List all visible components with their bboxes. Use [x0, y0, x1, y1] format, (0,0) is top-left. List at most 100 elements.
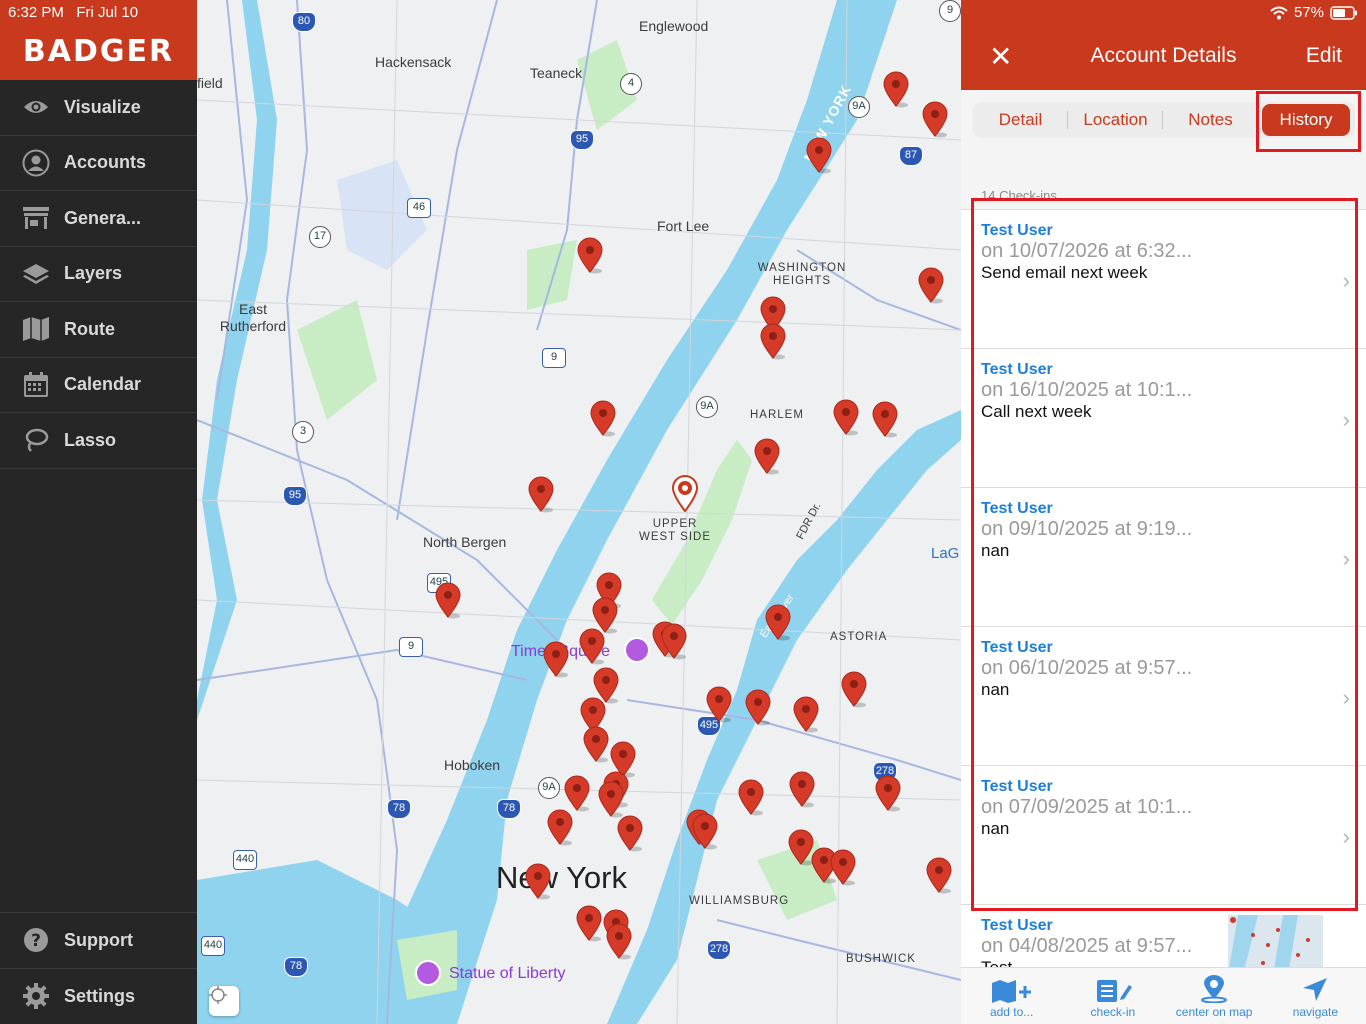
tab-detail[interactable]: Detail: [973, 102, 1068, 138]
history-entry[interactable]: Test User on 09/10/2025 at 9:19... nan ›: [961, 488, 1366, 627]
chevron-right-icon: ›: [1342, 824, 1350, 849]
account-details-panel: 57% ✕ Account Details Edit Detail Locati…: [961, 0, 1366, 1024]
account-marker[interactable]: [753, 437, 781, 475]
history-entry[interactable]: Test User on 04/08/2025 at 9:57... Test: [961, 905, 1366, 967]
account-marker[interactable]: [576, 236, 604, 274]
account-marker[interactable]: [705, 685, 733, 723]
entry-date: on 10/07/2026 at 6:32...: [981, 240, 1193, 262]
tab-notes[interactable]: Notes: [1163, 102, 1258, 138]
location-pin-icon: [1201, 975, 1228, 1003]
account-marker[interactable]: [578, 627, 606, 665]
account-marker[interactable]: [616, 814, 644, 852]
segmented-tabs: Detail Location Notes History: [973, 102, 1355, 138]
account-marker[interactable]: [788, 770, 816, 808]
map-view[interactable]: Englewood Hackensack Teaneck field Fort …: [197, 0, 961, 1024]
selected-account-marker[interactable]: [671, 474, 699, 512]
status-indicators: 57%: [1270, 4, 1358, 21]
tab-location[interactable]: Location: [1068, 102, 1163, 138]
account-marker[interactable]: [691, 812, 719, 850]
highway-shield: 95: [283, 486, 307, 506]
history-entry[interactable]: Test User on 10/07/2026 at 6:32... Send …: [961, 210, 1366, 349]
entry-date: on 06/10/2025 at 9:57...: [981, 657, 1193, 679]
center-on-map-button[interactable]: center on map: [1164, 968, 1265, 1024]
chevron-right-icon: ›: [1342, 407, 1350, 432]
map-label-bushwick: BUSHWICK: [846, 953, 916, 965]
account-marker[interactable]: [840, 670, 868, 708]
account-marker[interactable]: [871, 400, 899, 438]
account-marker[interactable]: [575, 904, 603, 942]
highway-shield: 9: [542, 348, 566, 368]
map-label-washington-heights: WASHINGTON HEIGHTS: [757, 262, 847, 287]
account-marker[interactable]: [563, 774, 591, 812]
add-to-button[interactable]: add to...: [961, 968, 1062, 1024]
entry-user: Test User: [981, 222, 1053, 239]
map-label-field: field: [197, 75, 223, 91]
account-marker[interactable]: [925, 856, 953, 894]
map-label-new-york: New York: [496, 860, 627, 895]
map-label-williamsburg: WILLIAMSBURG: [689, 895, 790, 907]
account-marker[interactable]: [546, 808, 574, 846]
account-marker[interactable]: [582, 725, 610, 763]
edit-button[interactable]: Edit: [1306, 44, 1342, 68]
entry-user: Test User: [981, 639, 1053, 656]
map-thumbnail: [1228, 915, 1323, 967]
navigate-button[interactable]: navigate: [1265, 968, 1366, 1024]
account-marker[interactable]: [882, 70, 910, 108]
sidebar-item-lasso[interactable]: Lasso: [0, 413, 197, 469]
highway-shield: 278: [707, 940, 731, 960]
highway-shield: 87: [899, 146, 923, 166]
center-on-map-label: center on map: [1175, 1005, 1253, 1019]
highway-shield: 9: [399, 637, 423, 657]
map-label-fort-lee: Fort Lee: [657, 218, 710, 234]
sidebar-item-accounts[interactable]: Accounts: [0, 136, 197, 191]
account-marker[interactable]: [917, 266, 945, 304]
check-in-button[interactable]: check-in: [1062, 968, 1163, 1024]
history-entry[interactable]: Test User on 16/10/2025 at 10:1... Call …: [961, 349, 1366, 488]
account-marker[interactable]: [527, 475, 555, 513]
highway-shield: 78: [284, 957, 308, 977]
account-marker[interactable]: [737, 778, 765, 816]
sidebar-item-support[interactable]: ? Support: [0, 913, 197, 969]
entry-note: nan: [981, 541, 1010, 560]
sidebar-item-label: Visualize: [64, 96, 141, 117]
sidebar-item-route[interactable]: Route: [0, 302, 197, 358]
camera-icon[interactable]: [624, 637, 650, 663]
history-entry[interactable]: Test User on 07/09/2025 at 10:1... nan ›: [961, 766, 1366, 905]
sidebar-item-visualize[interactable]: Visualize: [0, 80, 197, 136]
account-marker[interactable]: [874, 774, 902, 812]
account-marker[interactable]: [542, 640, 570, 678]
account-marker[interactable]: [605, 922, 633, 960]
account-marker[interactable]: [764, 603, 792, 641]
account-marker[interactable]: [660, 622, 688, 660]
sidebar-item-calendar[interactable]: Calendar: [0, 358, 197, 413]
account-marker[interactable]: [805, 136, 833, 174]
account-marker[interactable]: [832, 398, 860, 436]
highway-shield: 78: [387, 799, 411, 819]
account-marker[interactable]: [792, 695, 820, 733]
storefront-icon: [22, 204, 50, 232]
account-marker[interactable]: [434, 581, 462, 619]
sidebar-item-general[interactable]: Genera...: [0, 191, 197, 247]
account-marker[interactable]: [921, 100, 949, 138]
add-to-label: add to...: [989, 1005, 1034, 1019]
person-icon: [22, 149, 50, 177]
landmark-icon[interactable]: [415, 960, 441, 986]
account-marker[interactable]: [597, 780, 625, 818]
highway-shield: 9A: [848, 96, 870, 118]
account-marker[interactable]: [589, 399, 617, 437]
account-marker[interactable]: [829, 848, 857, 886]
map-label-lag: LaG: [931, 545, 960, 562]
tab-bar-container: Detail Location Notes History: [961, 90, 1366, 152]
account-marker[interactable]: [744, 688, 772, 726]
account-marker[interactable]: [759, 322, 787, 360]
highway-shield: 440: [201, 936, 225, 956]
history-list[interactable]: 14 Check-ins Test User on 10/07/2026 at …: [961, 152, 1366, 967]
sidebar-item-layers[interactable]: Layers: [0, 247, 197, 302]
tab-history[interactable]: History: [1262, 104, 1350, 136]
history-entry[interactable]: Test User on 06/10/2025 at 9:57... nan ›: [961, 627, 1366, 766]
locate-me-button[interactable]: [209, 986, 239, 1016]
account-marker[interactable]: [524, 862, 552, 900]
chevron-right-icon: ›: [1342, 268, 1350, 293]
sidebar-item-settings[interactable]: Settings: [0, 969, 197, 1024]
entry-date: on 09/10/2025 at 9:19...: [981, 518, 1193, 540]
